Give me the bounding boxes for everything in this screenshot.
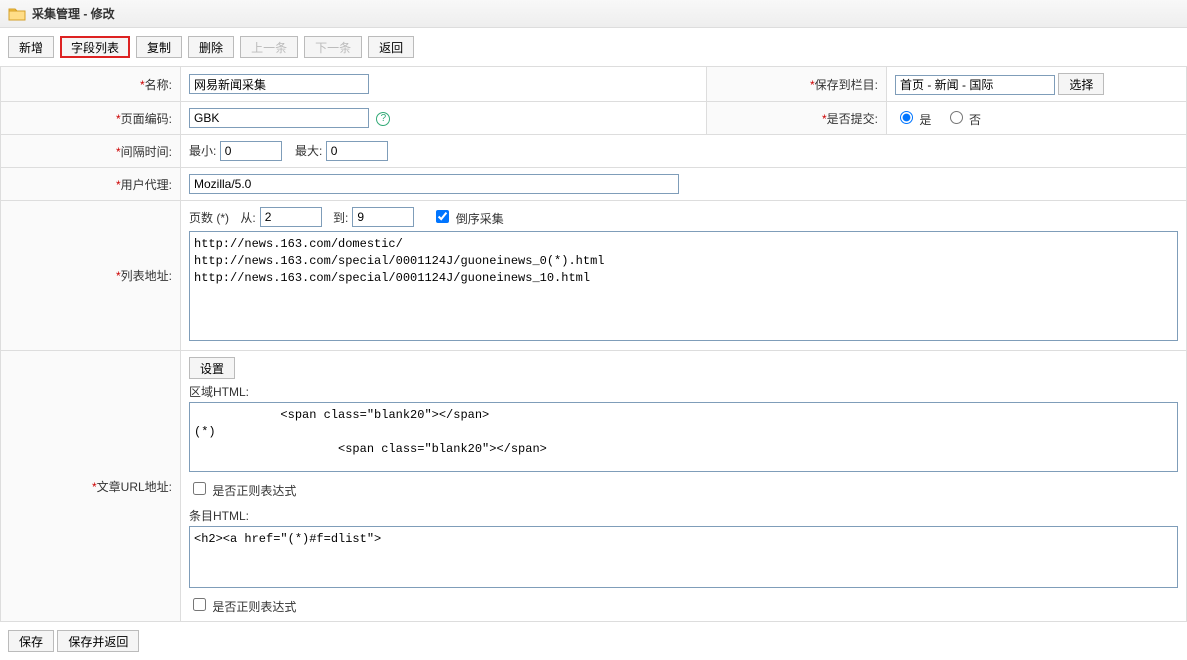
- select-column-button[interactable]: 选择: [1058, 73, 1104, 95]
- encoding-input[interactable]: [189, 108, 369, 128]
- label-interval: 间隔时间:: [121, 145, 172, 159]
- label-from: 从:: [240, 209, 255, 226]
- label-list-url: 列表地址:: [121, 269, 172, 283]
- column-input[interactable]: [895, 75, 1055, 95]
- interval-min-input[interactable]: [220, 141, 282, 161]
- area-html-textarea[interactable]: <span class="blank20"></span> (*) <span …: [189, 402, 1178, 472]
- label-area-html: 区域HTML:: [189, 383, 1178, 400]
- list-urls-textarea[interactable]: http://news.163.com/domestic/ http://new…: [189, 231, 1178, 341]
- label-save-column: 保存到栏目:: [815, 78, 878, 92]
- delete-button[interactable]: 删除: [188, 36, 234, 58]
- label-submit: 是否提交:: [827, 112, 878, 126]
- interval-max-input[interactable]: [326, 141, 388, 161]
- label-to: 到:: [333, 209, 348, 226]
- label-article-url: 文章URL地址:: [97, 480, 172, 494]
- add-button[interactable]: 新增: [8, 36, 54, 58]
- label-pages: 页数 (*): [189, 209, 229, 226]
- next-button[interactable]: 下一条: [304, 36, 362, 58]
- save-button[interactable]: 保存: [8, 630, 54, 652]
- item-html-textarea[interactable]: <h2><a href="(*)#f=dlist">: [189, 526, 1178, 588]
- area-regex-checkbox[interactable]: [193, 482, 206, 495]
- label-min: 最小:: [189, 144, 216, 158]
- user-agent-input[interactable]: [189, 174, 679, 194]
- copy-button[interactable]: 复制: [136, 36, 182, 58]
- folder-icon: [8, 6, 26, 22]
- label-name: 名称:: [145, 78, 172, 92]
- label-max: 最大:: [295, 144, 322, 158]
- back-button[interactable]: 返回: [368, 36, 414, 58]
- page-from-input[interactable]: [260, 207, 322, 227]
- prev-button[interactable]: 上一条: [240, 36, 298, 58]
- field-list-button[interactable]: 字段列表: [60, 36, 130, 58]
- label-ua: 用户代理:: [121, 178, 172, 192]
- submit-yes-radio[interactable]: [900, 111, 913, 124]
- reverse-checkbox[interactable]: [436, 210, 449, 223]
- label-encoding: 页面编码:: [121, 112, 172, 126]
- page-to-input[interactable]: [352, 207, 414, 227]
- help-icon[interactable]: ?: [376, 112, 390, 126]
- submit-no-radio[interactable]: [950, 111, 963, 124]
- save-return-button[interactable]: 保存并返回: [57, 630, 139, 652]
- page-title: 采集管理 - 修改: [32, 5, 115, 22]
- toolbar: 新增 字段列表 复制 删除 上一条 下一条 返回: [0, 28, 1187, 66]
- item-regex-checkbox[interactable]: [193, 598, 206, 611]
- label-item-html: 条目HTML:: [189, 507, 1178, 524]
- name-input[interactable]: [189, 74, 369, 94]
- settings-button[interactable]: 设置: [189, 357, 235, 379]
